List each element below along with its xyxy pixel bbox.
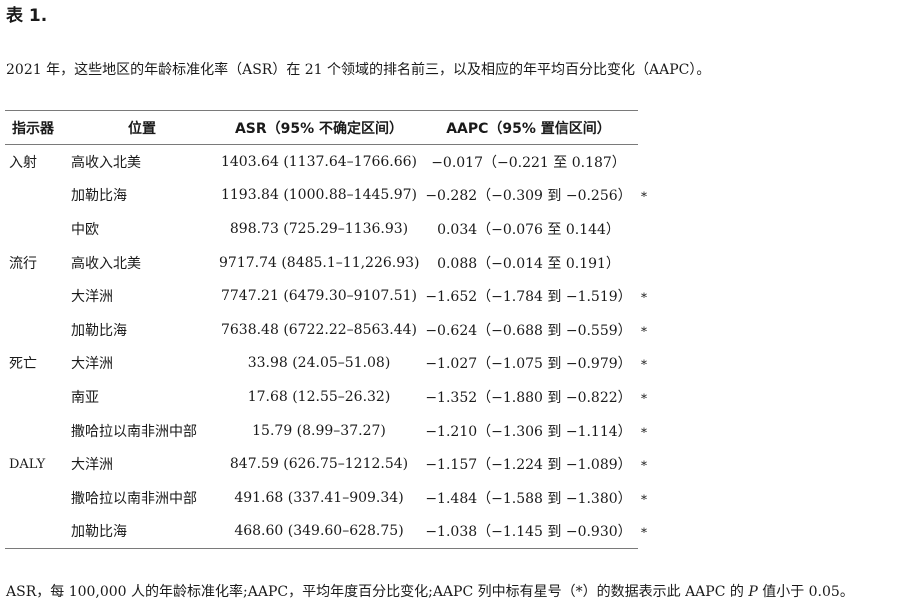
significance-asterisk: * — [641, 458, 647, 473]
cell-location: 高收入北美 — [71, 255, 141, 272]
cell-indicator — [5, 313, 65, 347]
cell-asr: 7747.21 (6479.30–9107.51) — [220, 288, 418, 305]
aapc-value: −0.624（−0.688 到 −0.559） — [425, 322, 632, 339]
header-asr: ASR（95% 不确定区间） — [234, 120, 404, 137]
significance-asterisk: * — [641, 391, 647, 406]
aapc-value: −0.282（−0.309 到 −0.256） — [425, 188, 632, 205]
cell-aapc: −1.484（−1.588 到 −1.380） * — [419, 481, 647, 515]
table-row: 南亚 17.68 (12.55–26.32) −1.352（−1.880 到 −0.… — [5, 380, 647, 414]
data-table: 指示器 位置 ASR（95% 不确定区间） AAPC（95% 置信区间） 入射高… — [5, 110, 647, 549]
cell-asr: 1403.64 (1137.64–1766.66) — [220, 153, 418, 170]
cell-location: 加勒比海 — [71, 188, 127, 205]
table-body: 入射 高收入北美 1403.64 (1137.64–1766.66) −0.017（−… — [5, 145, 647, 549]
cell-location: 加勒比海 — [71, 524, 127, 541]
cell-indicator — [5, 481, 65, 515]
cell-indicator — [5, 279, 65, 313]
cell-location: 大洋洲 — [71, 289, 113, 306]
table-footnote: ASR，每 100,000 人的年龄标准化率;AAPC，平均年度百分比变化;AA… — [6, 582, 854, 602]
table-caption: 2021 年，这些地区的年龄标准化率（ASR）在 21 个领域的排名前三，以及相… — [6, 62, 711, 78]
cell-indicator — [5, 380, 65, 414]
cell-location: 撒哈拉以南非洲中部 — [71, 423, 197, 440]
table-header-row: 指示器 位置 ASR（95% 不确定区间） AAPC（95% 置信区间） — [5, 110, 638, 145]
cell-aapc: −0.017（−0.221 至 0.187） — [419, 145, 638, 179]
cell-indicator — [5, 414, 65, 448]
aapc-value: 0.088（−0.014 至 0.191） — [437, 255, 620, 272]
cell-indicator — [5, 179, 65, 213]
footnote-text-after: 值小于 0.05。 — [757, 584, 854, 600]
cell-asr: 9717.74 (8485.1–11,226.93) — [219, 254, 420, 271]
cell-indicator: DALY — [9, 456, 46, 472]
cell-location: 南亚 — [71, 389, 99, 406]
cell-aapc: 0.088（−0.014 至 0.191） — [419, 246, 638, 280]
table-title: 表 1. — [6, 6, 48, 26]
table-row: 加勒比海 468.60 (349.60–628.75) −1.038（−1.145 … — [5, 515, 647, 549]
cell-location: 加勒比海 — [71, 322, 127, 339]
header-indicator: 指示器 — [12, 120, 54, 137]
aapc-value: −1.210（−1.306 到 −1.114） — [425, 423, 632, 440]
table-row: 加勒比海 7638.48 (6722.22–8563.44) −0.624（−0.6… — [5, 313, 647, 347]
table-row: 中欧 898.73 (725.29–1136.93) 0.034（−0.076 至 … — [5, 212, 638, 246]
cell-aapc: −1.157（−1.224 到 −1.089） * — [419, 447, 647, 481]
cell-location: 大洋洲 — [71, 356, 113, 373]
significance-asterisk: * — [641, 324, 647, 339]
cell-aapc: −1.210（−1.306 到 −1.114） * — [419, 414, 647, 448]
cell-aapc: 0.034（−0.076 至 0.144） — [419, 212, 638, 246]
significance-asterisk: * — [641, 189, 647, 204]
table-row: 流行 高收入北美 9717.74 (8485.1–11,226.93) 0.088（−… — [5, 246, 638, 280]
cell-asr: 468.60 (349.60–628.75) — [234, 523, 404, 540]
aapc-value: −1.157（−1.224 到 −1.089） — [425, 457, 632, 474]
footnote-p-symbol: P — [748, 584, 758, 600]
table-row: 死亡 大洋洲 33.98 (24.05–51.08) −1.027（−1.075 到 … — [5, 347, 647, 381]
table-row: 撒哈拉以南非洲中部 491.68 (337.41–909.34) −1.484（−1… — [5, 481, 647, 515]
cell-location: 大洋洲 — [71, 457, 113, 474]
significance-asterisk: * — [641, 525, 647, 540]
significance-asterisk: * — [641, 290, 647, 305]
aapc-value: 0.034（−0.076 至 0.144） — [437, 221, 620, 238]
cell-asr: 898.73 (725.29–1136.93) — [229, 220, 409, 237]
aapc-value: −1.352（−1.880 到 −0.822） — [425, 389, 632, 406]
aapc-value: −1.484（−1.588 到 −1.380） — [425, 490, 632, 507]
header-location: 位置 — [128, 120, 156, 137]
footnote-text-before: ASR，每 100,000 人的年龄标准化率;AAPC，平均年度百分比变化;AA… — [6, 584, 749, 600]
cell-asr: 7638.48 (6722.22–8563.44) — [220, 321, 418, 338]
cell-indicator: 流行 — [9, 255, 37, 272]
significance-asterisk: * — [641, 424, 647, 439]
cell-asr: 847.59 (626.75–1212.54) — [229, 456, 409, 473]
aapc-value: −1.027（−1.075 到 −0.979） — [425, 356, 632, 373]
cell-asr: 17.68 (12.55–26.32) — [247, 388, 391, 405]
cell-aapc: −1.652（−1.784 到 −1.519） * — [419, 279, 647, 313]
cell-location: 高收入北美 — [71, 154, 141, 171]
cell-indicator — [5, 212, 65, 246]
cell-indicator — [5, 515, 65, 549]
cell-aapc: −1.038（−1.145 到 −0.930） * — [419, 515, 647, 549]
cell-location: 中欧 — [71, 221, 99, 238]
cell-aapc: −1.027（−1.075 到 −0.979） * — [419, 347, 647, 381]
aapc-value: −0.017（−0.221 至 0.187） — [431, 154, 626, 171]
table-row: 加勒比海 1193.84 (1000.88–1445.97) −0.282（−0.3… — [5, 179, 647, 213]
header-aapc: AAPC（95% 置信区间） — [446, 120, 611, 137]
cell-location: 撒哈拉以南非洲中部 — [71, 490, 197, 507]
cell-indicator: 入射 — [9, 154, 37, 171]
cell-aapc: −0.282（−0.309 到 −0.256） * — [419, 179, 647, 213]
table-row: 撒哈拉以南非洲中部 15.79 (8.99–37.27) −1.210（−1.306… — [5, 414, 647, 448]
data-table-container: 指示器 位置 ASR（95% 不确定区间） AAPC（95% 置信区间） 入射高… — [5, 110, 647, 549]
cell-aapc: −0.624（−0.688 到 −0.559） * — [419, 313, 647, 347]
cell-asr: 33.98 (24.05–51.08) — [247, 355, 391, 372]
table-row: DALY 大洋洲 847.59 (626.75–1212.54) −1.157（−1.… — [5, 447, 647, 481]
cell-asr: 1193.84 (1000.88–1445.97) — [220, 187, 418, 204]
aapc-value: −1.652（−1.784 到 −1.519） — [425, 289, 632, 306]
table-row: 入射 高收入北美 1403.64 (1137.64–1766.66) −0.017（−… — [5, 145, 638, 179]
table-row: 大洋洲 7747.21 (6479.30–9107.51) −1.652（−1.78… — [5, 279, 647, 313]
cell-asr: 491.68 (337.41–909.34) — [234, 489, 404, 506]
cell-aapc: −1.352（−1.880 到 −0.822） * — [419, 380, 647, 414]
aapc-value: −1.038（−1.145 到 −0.930） — [425, 524, 632, 541]
cell-asr: 15.79 (8.99–37.27) — [252, 422, 386, 439]
significance-asterisk: * — [641, 492, 647, 507]
significance-asterisk: * — [641, 357, 647, 372]
cell-indicator: 死亡 — [9, 356, 37, 373]
